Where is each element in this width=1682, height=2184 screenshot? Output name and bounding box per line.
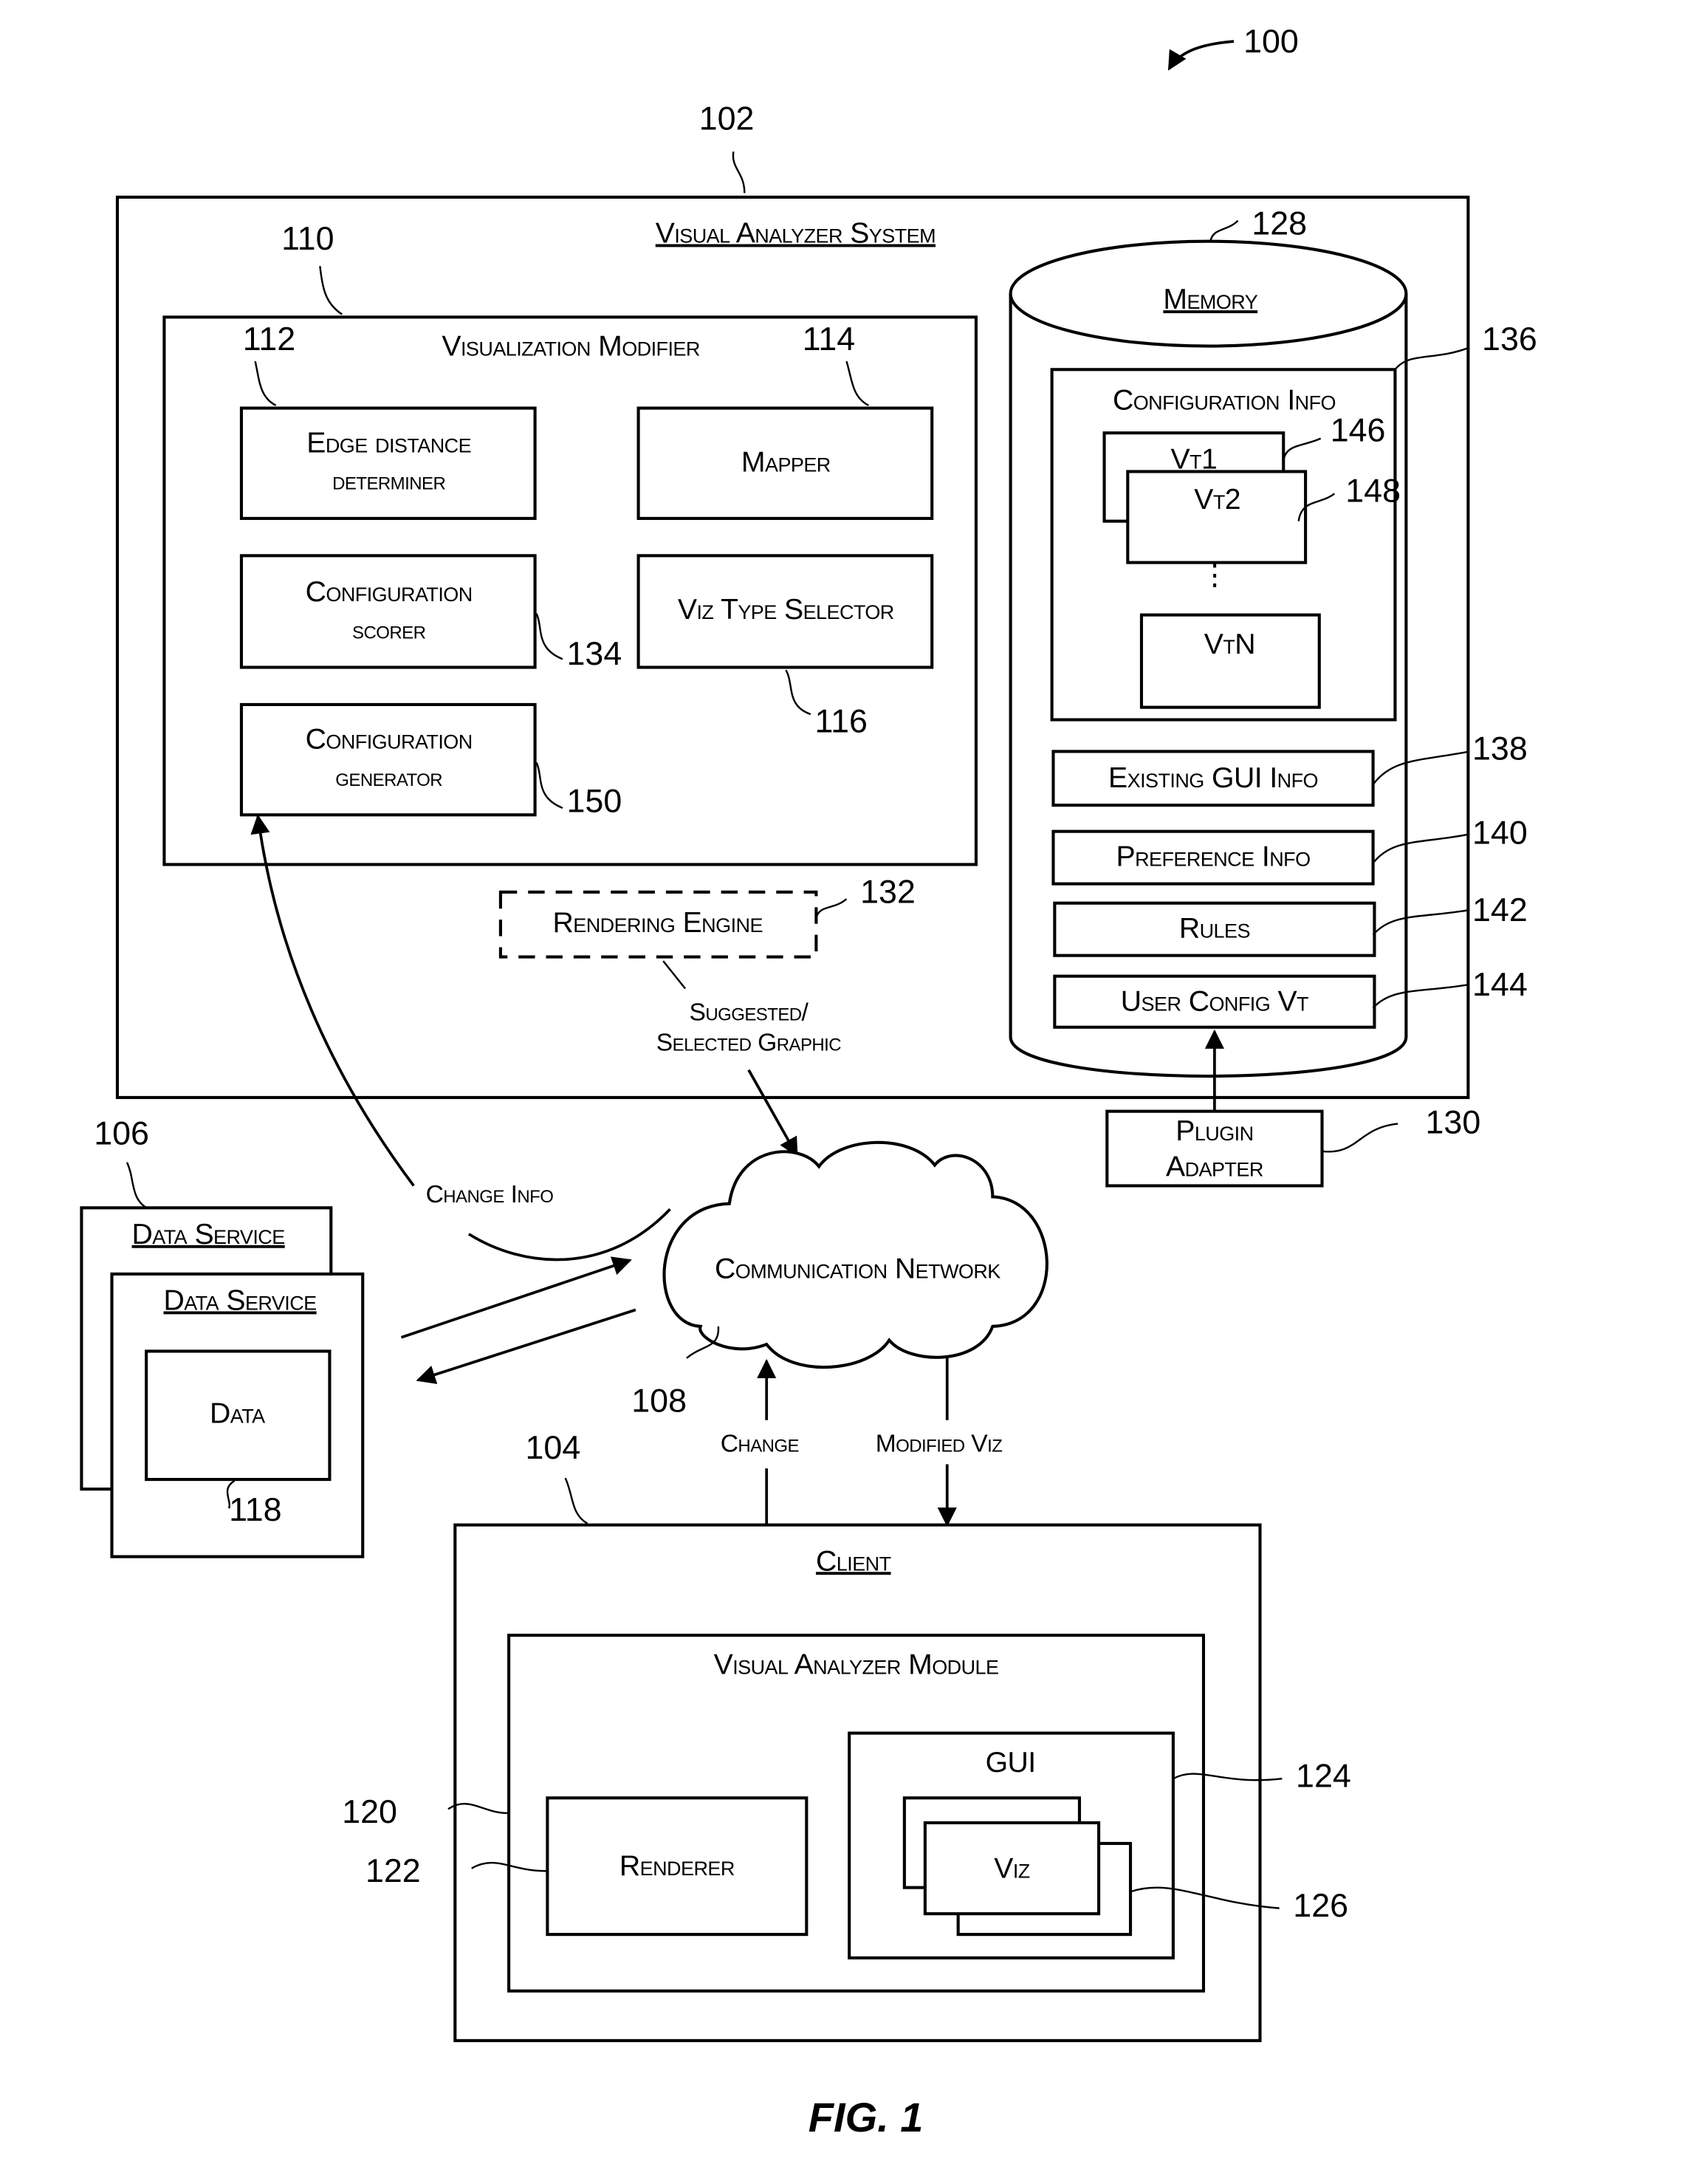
ellipsis-icon: ⋮ [1201,560,1229,592]
svg-text:Vt2: Vt2 [1194,484,1240,516]
edge-ref: 112 [243,321,295,357]
template-vtn[interactable]: VtN [1139,613,1321,709]
visualization-modifier: Visualization Modifier 110 Edge distance… [162,220,978,866]
figure-caption: FIG. 1 [809,2094,924,2140]
config-info-title: Configuration Info [1113,384,1336,416]
svg-text:Selected Graphic: Selected Graphic [656,1029,842,1056]
vt1-ref: 146 [1331,411,1386,448]
svg-text:Configuration: Configuration [306,724,473,756]
viz-ref: 126 [1293,1887,1348,1924]
svg-text:Suggested/: Suggested/ [690,999,809,1026]
viz-label: Viz [994,1853,1030,1885]
patent-diagram: 100 Visual Analyzer System 102 Visualiza… [80,23,1537,2140]
svg-text:Viz Type Selector: Viz Type Selector [678,594,894,626]
mapper-ref: 114 [803,321,855,357]
data-ref: 118 [229,1491,281,1528]
client-title: Client [816,1545,891,1577]
svg-text:Rendering Engine: Rendering Engine [553,907,763,939]
network-ref: 108 [631,1383,687,1420]
renderer[interactable]: Renderer 122 [365,1796,809,1937]
viztype-ref: 116 [815,702,868,739]
svg-text:determiner: determiner [332,468,445,496]
svg-text:Data Service: Data Service [132,1219,285,1250]
client-ref: 104 [526,1429,581,1466]
change-info-label: Change Info [426,1181,554,1208]
memory-ref: 128 [1252,205,1307,242]
data-label: Data [210,1398,265,1430]
modifier-title: Visualization Modifier [442,331,699,363]
rules-ref: 142 [1472,891,1528,928]
plugin-ref: 130 [1426,1104,1481,1141]
network-label: Communication Network [715,1253,1000,1285]
modified-viz-flow: Modified Viz [876,1358,1003,1527]
generator-ref: 150 [567,783,622,820]
change-flow: Change [721,1358,800,1528]
client: Client 104 Visual Analyzer Module 120 Re… [342,1429,1351,2042]
svg-text:generator: generator [335,764,442,792]
modified-viz-label: Modified Viz [876,1431,1003,1458]
data-service-front[interactable]: Data Service Data 118 [110,1272,365,1558]
modifier-ref: 110 [281,220,334,257]
module-title: Visual Analyzer Module [714,1649,999,1680]
existing-gui-ref: 138 [1472,730,1528,767]
svg-text:User Config Vt: User Config Vt [1121,985,1308,1017]
figure-ref-100: 100 [1167,23,1299,71]
svg-text:Rules: Rules [1179,912,1250,944]
gui[interactable]: GUI 124 Viz 126 [848,1731,1351,1959]
system-title: Visual Analyzer System [656,218,936,250]
system-ref: 102 [699,100,755,137]
data-to-network-arrow [400,1256,632,1339]
rendering-ref: 132 [860,874,916,911]
svg-text:Edge distance: Edge distance [306,427,471,459]
renderer-ref: 122 [365,1852,421,1889]
svg-text:Configuration: Configuration [306,576,473,608]
communication-network[interactable]: Communication Network 108 [631,1140,1048,1420]
svg-text:GUI: GUI [986,1747,1036,1779]
svg-text:VtN: VtN [1204,629,1255,660]
module-ref: 120 [342,1793,397,1830]
svg-text:Existing GUI Info: Existing GUI Info [1108,762,1318,794]
svg-text:Data Service: Data Service [164,1284,317,1316]
preference-ref: 140 [1472,814,1528,851]
memory-title: Memory [1163,284,1257,315]
svg-text:Preference Info: Preference Info [1116,841,1311,872]
ref-arrow-icon [1167,40,1235,71]
svg-text:Adapter: Adapter [1166,1151,1263,1182]
svg-text:Renderer: Renderer [619,1850,735,1882]
svg-text:scorer: scorer [352,617,426,644]
svg-text:Mapper: Mapper [741,446,831,478]
data-service-ref: 106 [94,1115,149,1151]
config-info-ref: 136 [1482,321,1537,357]
scorer-ref: 134 [567,635,622,672]
vt2-ref: 148 [1345,473,1401,510]
user-config-ref: 144 [1472,966,1528,1003]
figure-ref-label: 100 [1243,23,1299,60]
gui-ref: 124 [1296,1757,1351,1794]
data-service: 106 Data Service Data Service Data 118 [80,1115,365,1558]
svg-text:Plugin: Plugin [1175,1115,1253,1147]
change-label: Change [721,1431,799,1458]
